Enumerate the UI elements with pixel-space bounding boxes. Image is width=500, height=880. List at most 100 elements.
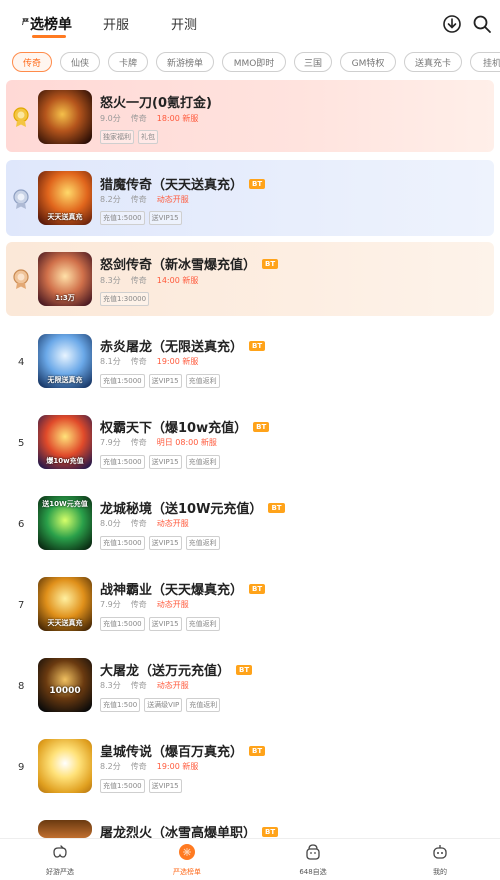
game-tags: 充值1:30000 [100, 292, 150, 306]
game-tags: 充值1:5000 送VIP15 [100, 211, 182, 225]
game-thumbnail[interactable]: 送10W元充值 [38, 496, 92, 550]
game-title[interactable]: 怒火一刀(0氪打金) [100, 92, 212, 111]
tag: 充值1:5000 [100, 211, 145, 225]
category-filter-bar: 传奇 仙侠 卡牌 新游榜单 MMO即时 三国 GM特权 送真充卡 挂机 [0, 52, 500, 74]
tag: 送VIP15 [148, 374, 182, 388]
game-title[interactable]: 龙城秘境（送10W元充值） [100, 498, 262, 517]
tag: 送VIP15 [148, 779, 182, 793]
bt-badge: BT [253, 421, 270, 432]
game-category: 传奇 [130, 519, 147, 528]
game-tags: 充值1:5000 送VIP15 充值返利 [100, 455, 220, 469]
game-score: 9.0分 [100, 114, 121, 123]
game-score: 8.2分 [100, 762, 121, 771]
game-title[interactable]: 皇城传说（爆百万真充） [100, 741, 243, 760]
game-title[interactable]: 大屠龙（送万元充值） [100, 660, 230, 679]
bt-badge: BT [262, 258, 279, 269]
tab-superscript: 严 [22, 18, 29, 26]
server-time: 19:00 新服 [156, 357, 199, 366]
game-meta: 8.3分 传奇 动态开服 [100, 680, 189, 691]
tag: 充值返利 [185, 536, 220, 550]
game-title[interactable]: 猎魔传奇（天天送真充） [100, 174, 243, 193]
game-meta: 8.0分 传奇 动态开服 [100, 518, 189, 529]
rank-number: 6 [18, 519, 25, 530]
game-category: 传奇 [130, 114, 147, 123]
game-title[interactable]: 战神霸业（天天爆真充） [100, 579, 243, 598]
game-thumbnail[interactable] [38, 820, 92, 838]
game-thumbnail[interactable] [38, 739, 92, 793]
rank-number: 7 [18, 600, 25, 611]
game-tags: 充值1:5000 送VIP15 充值返利 [100, 536, 220, 550]
nav-item-featured[interactable]: 好游严选 [25, 843, 95, 877]
rank-number: 9 [18, 762, 25, 773]
nav-item-profile[interactable]: 我的 [405, 843, 475, 877]
tag: 充值返利 [185, 455, 220, 469]
game-tags: 独家福利 礼包 [100, 130, 158, 144]
rank-number: 8 [18, 681, 25, 692]
chip-mmo[interactable]: MMO即时 [222, 52, 286, 72]
game-meta: 8.2分 传奇 动态开服 [100, 194, 189, 205]
game-thumbnail[interactable]: 天天送真充 [38, 171, 92, 225]
nav-item-648[interactable]: 648自选 [278, 843, 348, 877]
server-time: 14:00 新服 [156, 276, 199, 285]
chip-gm[interactable]: GM特权 [340, 52, 396, 72]
chip-card[interactable]: 卡牌 [108, 52, 148, 72]
game-thumbnail[interactable]: 爆10w充值 [38, 415, 92, 469]
bt-badge: BT [249, 745, 266, 756]
server-time: 明日 08:00 新服 [156, 438, 217, 447]
game-meta: 8.1分 传奇 19:00 新服 [100, 356, 198, 367]
game-score: 8.3分 [100, 681, 121, 690]
game-category: 传奇 [130, 276, 147, 285]
chip-xianxia[interactable]: 仙侠 [60, 52, 100, 72]
gift-bag-icon [306, 844, 320, 860]
game-category: 传奇 [130, 357, 147, 366]
game-title[interactable]: 权霸天下（爆10w充值） [100, 417, 247, 436]
game-thumbnail[interactable]: 10000 [38, 658, 92, 712]
game-meta: 8.3分 传奇 14:00 新服 [100, 275, 198, 286]
download-icon[interactable] [442, 14, 462, 34]
bronze-medal-icon [13, 269, 29, 289]
ranking-icon [179, 844, 195, 860]
game-thumbnail[interactable]: 1:3万 [38, 252, 92, 306]
game-category: 传奇 [130, 600, 147, 609]
game-thumbnail[interactable]: 天天送真充 [38, 577, 92, 631]
tag: 充值1:5000 [100, 374, 145, 388]
server-time: 19:00 新服 [156, 762, 199, 771]
tab-selected-rankings[interactable]: 严选榜单 [22, 14, 72, 38]
tag: 送VIP15 [148, 211, 182, 225]
game-score: 8.3分 [100, 276, 121, 285]
game-score: 7.9分 [100, 438, 121, 447]
tab-test-open[interactable]: 开测 [171, 14, 197, 33]
chip-new-games[interactable]: 新游榜单 [156, 52, 214, 72]
tag: 充值1:5000 [100, 617, 145, 631]
tag: 充值1:500 [100, 698, 141, 712]
game-thumbnail[interactable]: 无限送真充 [38, 334, 92, 388]
nav-item-rankings[interactable]: 严选榜单 [152, 843, 222, 877]
bt-badge: BT [249, 583, 266, 594]
chip-idle[interactable]: 挂机 [470, 52, 500, 72]
chip-real-recharge[interactable]: 送真充卡 [404, 52, 462, 72]
bt-badge: BT [268, 502, 285, 513]
server-time: 动态开服 [156, 681, 189, 690]
tag: 充值1:5000 [100, 455, 145, 469]
tab-server-open[interactable]: 开服 [103, 14, 129, 33]
top-tab-bar: 严选榜单 开服 开测 [0, 0, 500, 44]
tag: 充值返利 [186, 698, 221, 712]
game-category: 传奇 [130, 195, 147, 204]
search-icon[interactable] [472, 14, 492, 34]
chip-legend[interactable]: 传奇 [12, 52, 52, 72]
game-meta: 7.9分 传奇 动态开服 [100, 599, 189, 610]
bt-badge: BT [236, 664, 253, 675]
game-title[interactable]: 赤炎屠龙（无限送真充） [100, 336, 243, 355]
game-tags: 充值1:5000 送VIP15 [100, 779, 182, 793]
game-title[interactable]: 怒剑传奇（新冰雪爆充值） [100, 254, 256, 273]
game-tags: 充值1:5000 送VIP15 充值返利 [100, 617, 220, 631]
nav-label: 严选榜单 [173, 868, 201, 876]
nav-label: 648自选 [299, 868, 327, 876]
bt-badge: BT [249, 178, 266, 189]
nav-label: 好游严选 [46, 868, 74, 876]
gold-medal-icon [13, 107, 29, 127]
game-category: 传奇 [130, 762, 147, 771]
game-thumbnail[interactable] [38, 90, 92, 144]
chip-three-kingdoms[interactable]: 三国 [294, 52, 332, 72]
game-meta: 7.9分 传奇 明日 08:00 新服 [100, 437, 217, 448]
